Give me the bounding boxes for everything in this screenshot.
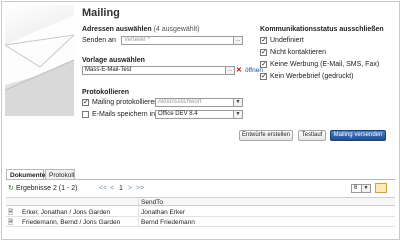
undefined-label: Undefiniert — [270, 37, 304, 44]
page-size-value: 6 — [354, 185, 358, 191]
save-emails-label: E-Mails speichern in — [92, 111, 156, 118]
column-divider — [138, 208, 139, 217]
clear-icon[interactable]: ✕ — [236, 66, 242, 74]
send-to-input[interactable]: Verteiler * … — [121, 36, 243, 45]
save-emails-select[interactable]: Office DEV 8.4 ▼ — [155, 110, 243, 119]
template-value: Mass-E-Mail-Test — [85, 67, 132, 73]
addresses-count: (4 ausgewählt) — [153, 26, 200, 33]
row-sendto: Jonathan Erker — [141, 209, 186, 216]
document-icon: 🗎 — [8, 209, 14, 216]
row-name: Erker, Jonathan / Jons Garden — [22, 209, 111, 216]
tab-divider — [6, 179, 395, 180]
send-mailing-button[interactable]: Mailing versenden — [330, 130, 386, 141]
column-divider — [138, 218, 139, 227]
log-mailing-value: Aktionsstichwort — [158, 99, 202, 105]
undefined-checkbox[interactable]: ✓ — [260, 37, 267, 44]
pager-last[interactable]: >> — [136, 185, 144, 192]
do-not-contact-label: Nicht kontaktieren — [270, 49, 327, 56]
do-not-contact-checkbox[interactable]: ✓ — [260, 49, 267, 56]
test-run-button[interactable]: Testlauf — [298, 130, 326, 141]
table-row[interactable]: 🗎 Friedemann, Bernd / Jons Garden Bernd … — [6, 218, 395, 227]
column-divider — [138, 198, 139, 207]
no-print-letter-label: Kein Werbebrief (gedruckt) — [270, 73, 354, 80]
no-print-letter-checkbox[interactable]: ✓ — [260, 73, 267, 80]
refresh-icon[interactable]: ↻ — [8, 184, 14, 192]
chevron-down-icon[interactable]: ▼ — [361, 185, 370, 192]
document-icon: 🗎 — [8, 219, 14, 226]
send-to-placeholder: Verteiler * — [124, 37, 151, 43]
logging-heading: Protokollieren — [82, 89, 130, 96]
no-advertising-checkbox[interactable]: ✓ — [260, 61, 267, 68]
table-header: SendTo — [6, 197, 395, 207]
log-mailing-select[interactable]: Aktionsstichwort ▼ — [155, 98, 243, 107]
template-heading: Vorlage auswählen — [82, 57, 145, 64]
send-to-lookup-icon[interactable]: … — [233, 37, 242, 44]
save-emails-checkbox[interactable] — [82, 111, 89, 118]
create-drafts-button[interactable]: Entwürfe erstellen — [239, 130, 293, 141]
mailing-dialog: Mailing Adressen auswählen (4 ausgewählt… — [1, 1, 400, 240]
chevron-down-icon[interactable]: ▼ — [233, 99, 242, 106]
pager-page: 1 — [119, 185, 123, 192]
column-header-sendto: SendTo — [141, 199, 164, 206]
grid-settings-icon[interactable] — [375, 183, 387, 193]
table-row[interactable]: 🗎 Erker, Jonathan / Jons Garden Jonathan… — [6, 208, 395, 217]
page-size-select[interactable]: 6 ▼ — [351, 184, 371, 193]
chevron-down-icon[interactable]: ▼ — [233, 111, 242, 118]
no-advertising-label: Keine Werbung (E-Mail, SMS, Fax) — [270, 61, 380, 68]
pager-next[interactable]: > — [128, 185, 132, 192]
page-title: Mailing — [82, 7, 120, 19]
template-lookup-icon[interactable]: … — [225, 67, 234, 74]
log-mailing-label: Mailing protokollieren — [92, 99, 159, 106]
row-name: Friedemann, Bernd / Jons Garden — [22, 219, 121, 226]
addresses-heading-text: Adressen auswählen — [82, 26, 152, 33]
pager-prev[interactable]: < — [110, 185, 114, 192]
addresses-heading: Adressen auswählen (4 ausgewählt) — [82, 26, 200, 33]
column-header-name — [22, 198, 137, 207]
row-sendto: Bernd Friedemann — [141, 219, 195, 226]
results-label: Ergebnisse 2 (1 - 2) — [16, 185, 78, 192]
template-input[interactable]: Mass-E-Mail-Test … — [82, 66, 235, 75]
save-emails-value: Office DEV 8.4 — [158, 111, 198, 117]
pager-first[interactable]: << — [99, 185, 107, 192]
log-mailing-checkbox[interactable]: ✓ — [82, 99, 89, 106]
envelope-illustration — [5, 5, 74, 116]
comm-status-heading: Kommunikationsstatus ausschließen — [260, 26, 384, 33]
send-to-label: Senden an — [82, 37, 116, 44]
